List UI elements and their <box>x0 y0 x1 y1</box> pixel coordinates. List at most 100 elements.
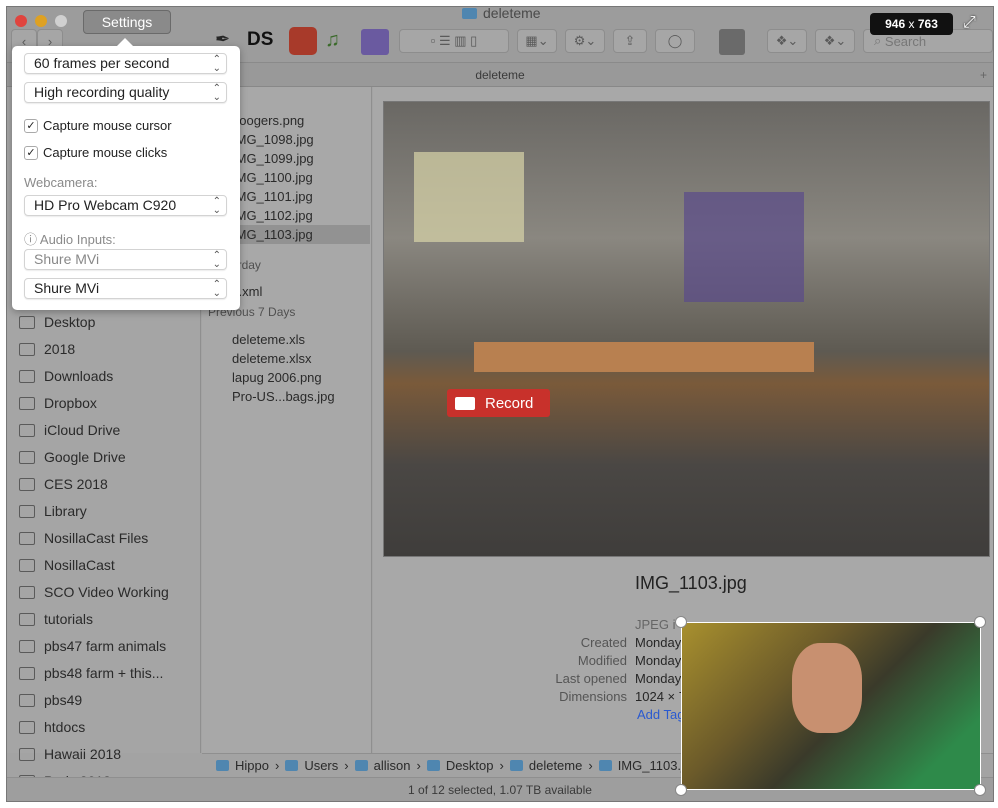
help-icon[interactable]: ⓘ <box>24 232 40 247</box>
sidebar-item[interactable]: NosillaCast Files <box>19 527 148 549</box>
file-item[interactable]: deleteme.xlsx <box>202 349 370 368</box>
sidebar-item[interactable]: NosillaCast <box>19 554 115 576</box>
resize-handle[interactable] <box>974 616 986 628</box>
sidebar-item[interactable]: Hawaii 2018 <box>19 743 121 765</box>
audio-inputs-label: ⓘ Audio Inputs: <box>24 229 116 248</box>
folder-icon <box>19 666 35 680</box>
transmit-app-icon[interactable] <box>361 29 389 55</box>
app-icon-a[interactable] <box>719 29 745 55</box>
path-item[interactable]: deleteme <box>529 758 582 773</box>
quality-select[interactable]: High recording quality ⌃ ⌄ <box>24 82 227 103</box>
path-item[interactable]: Desktop <box>446 758 494 773</box>
sidebar-item-label: 2018 <box>44 341 76 357</box>
chevron-right-icon: › <box>344 758 349 773</box>
sidebar-item-label: Hawaii 2018 <box>44 746 122 762</box>
webcam-select[interactable]: HD Pro Webcam C920 ⌃ ⌄ <box>24 195 227 216</box>
folder-icon <box>19 396 35 410</box>
frame-rate-select[interactable]: 60 frames per second ⌃ ⌄ <box>24 53 227 74</box>
folder-icon <box>19 477 35 491</box>
dropbox2-button[interactable]: ❖⌄ <box>815 29 855 53</box>
settings-button[interactable]: Settings <box>83 10 171 34</box>
sidebar-item[interactable]: tutorials <box>19 608 93 630</box>
webcam-value: HD Pro Webcam C920 <box>34 197 177 213</box>
chevron-right-icon: › <box>588 758 593 773</box>
path-icon <box>354 760 368 771</box>
path-item[interactable]: allison <box>374 758 411 773</box>
tags-button[interactable]: ◯ <box>655 29 695 53</box>
checkmark-icon: ✓ <box>24 145 38 160</box>
view-mode-control[interactable]: ▫ ☰ ▥ ▯ <box>399 29 509 53</box>
file-item[interactable]: lapug 2006.png <box>202 368 370 387</box>
sidebar-item[interactable]: SCO Video Working <box>19 581 169 603</box>
folder-icon <box>19 585 35 599</box>
capture-clicks-checkbox[interactable]: ✓ Capture mouse clicks <box>24 145 167 160</box>
dimensions-value: 1024 × 7 <box>635 689 686 704</box>
search-icon: ⌕ <box>874 33 885 48</box>
webcam-label: Webcamera: <box>24 175 98 190</box>
action-gear-button[interactable]: ⚙⌄ <box>565 29 605 53</box>
chevron-updown-icon: ⌃ ⌄ <box>212 279 221 299</box>
sidebar-item[interactable]: pbs48 farm + this... <box>19 662 163 684</box>
sidebar-item-label: pbs49 <box>44 692 83 708</box>
chevron-updown-icon: ⌃ ⌄ <box>212 54 221 74</box>
sidebar-item-label: pbs48 farm + this... <box>44 665 164 681</box>
capture-clicks-label: Capture mouse clicks <box>43 145 168 160</box>
sidebar-item[interactable]: Library <box>19 500 87 522</box>
webcam-overlay[interactable] <box>681 622 981 790</box>
path-item[interactable]: Hippo <box>235 758 269 773</box>
height-value: 763 <box>917 17 938 31</box>
sidebar-item[interactable]: Downloads <box>19 365 113 387</box>
created-label: Created <box>580 635 627 650</box>
add-tags-link[interactable]: Add Tag <box>637 707 684 722</box>
audio-input-2-select[interactable]: Shure MVi ⌃ ⌄ <box>24 278 227 299</box>
path-icon <box>216 760 229 771</box>
sidebar-item[interactable]: Dropbox <box>19 392 97 414</box>
path-item[interactable]: Users <box>304 758 338 773</box>
sidebar-item-label: Dropbox <box>44 395 97 411</box>
new-tab-button[interactable]: + <box>980 63 987 87</box>
sidebar-item-label: tutorials <box>44 611 94 627</box>
arrange-button[interactable]: ▦⌄ <box>517 29 557 53</box>
sidebar-item[interactable]: htdocs <box>19 716 85 738</box>
sidebar-item-label: NosillaCast <box>44 557 115 573</box>
sidebar-item[interactable]: Desktop <box>19 311 95 333</box>
app-icon-red[interactable] <box>289 27 317 55</box>
resize-handle[interactable] <box>675 784 687 796</box>
record-button[interactable]: Record <box>447 389 550 417</box>
last-opened-label: Last opened <box>555 671 627 686</box>
ds-app-icon[interactable]: DS <box>247 29 273 51</box>
music-app-icon[interactable]: ♫ <box>325 29 340 52</box>
chevron-right-icon: › <box>274 758 280 773</box>
sidebar-item-label: Library <box>44 503 87 519</box>
audio-input-1-select[interactable]: Shure MVi ⌃ ⌄ <box>24 249 227 270</box>
path-icon <box>598 760 612 771</box>
quality-value: High recording quality <box>34 84 170 100</box>
minimize-button[interactable] <box>35 15 47 27</box>
sidebar-item[interactable]: 2018 <box>19 338 75 360</box>
dimension-sep: x <box>908 17 915 31</box>
folder-icon <box>19 504 35 518</box>
close-button[interactable] <box>15 15 27 27</box>
sidebar-item[interactable]: pbs47 farm animals <box>19 635 166 657</box>
capture-cursor-checkbox[interactable]: ✓ Capture mouse cursor <box>24 118 172 133</box>
dropbox-button[interactable]: ❖⌄ <box>767 29 807 53</box>
sidebar-item[interactable]: pbs49 <box>19 689 82 711</box>
sidebar-item[interactable]: Google Drive <box>19 446 126 468</box>
file-item[interactable]: Pro-US...bags.jpg <box>202 387 370 406</box>
sidebar-item[interactable]: iCloud Drive <box>19 419 120 441</box>
image-preview <box>383 101 990 557</box>
folder-icon <box>19 315 35 329</box>
fullscreen-icon[interactable]: ⤢ <box>963 14 976 32</box>
resize-handle[interactable] <box>974 784 986 796</box>
file-item[interactable]: deleteme.xls <box>202 330 370 349</box>
dimensions-label: Dimensions <box>559 689 627 704</box>
sidebar-item[interactable]: CES 2018 <box>19 473 108 495</box>
modified-label: Modified <box>577 653 627 668</box>
chevron-updown-icon: ⌃ ⌄ <box>212 83 221 103</box>
share-button[interactable]: ⇪ <box>613 29 647 53</box>
resize-handle[interactable] <box>675 616 687 628</box>
folder-icon <box>19 423 35 437</box>
zoom-button[interactable] <box>55 15 67 27</box>
folder-icon <box>19 720 35 734</box>
checkmark-icon: ✓ <box>24 118 38 133</box>
